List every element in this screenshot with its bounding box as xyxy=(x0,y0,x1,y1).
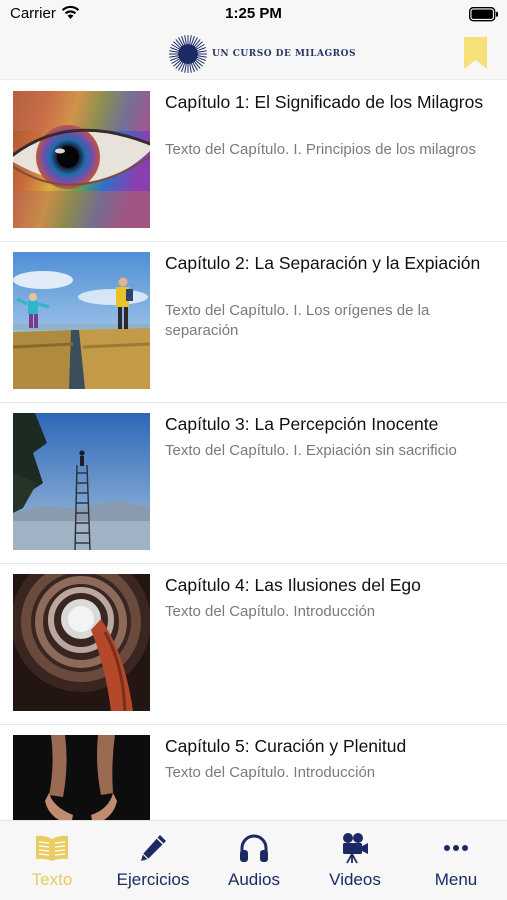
status-bar: Carrier 1:25 PM xyxy=(0,0,507,30)
tab-label: Menu xyxy=(434,870,478,889)
chapter-subtitle: Texto del Capítulo. Introducción xyxy=(165,603,376,620)
tab-label: Texto xyxy=(31,870,73,889)
more-dots-icon xyxy=(444,845,468,851)
chapter-subtitle: Texto del Capítulo. I. Los orígenes de l… xyxy=(165,302,430,339)
open-book-icon xyxy=(36,835,68,861)
chapter-thumbnail-eye xyxy=(13,91,150,228)
chapter-title: Capítulo 1: El Significado de los Milagr… xyxy=(165,92,484,112)
chapter-title: Capítulo 5: Curación y Plenitud xyxy=(165,736,407,756)
chapter-subtitle: Texto del Capítulo. Introducción xyxy=(165,764,376,781)
video-camera-icon xyxy=(343,833,368,864)
tab-bar: Texto Ejercicios Audios Videos Menu xyxy=(0,820,507,900)
header: UN CURSO DE MILAGROS xyxy=(0,30,507,80)
chapter-subtitle: Texto del Capítulo. I. Principios de los… xyxy=(165,141,476,158)
chapter-row-2[interactable]: Capítulo 2: La Separación y la Expiación… xyxy=(0,241,507,403)
tab-label: Ejercicios xyxy=(116,870,190,889)
tab-texto[interactable]: Texto xyxy=(2,821,102,900)
headphones-icon xyxy=(240,834,268,862)
clock: 1:25 PM xyxy=(225,5,282,22)
logo-text: UN CURSO DE MILAGROS xyxy=(212,49,356,59)
tab-label: Videos xyxy=(329,870,381,889)
chapter-row-4[interactable]: Capítulo 4: Las Ilusiones del Ego Texto … xyxy=(0,563,507,725)
tab-videos[interactable]: Videos xyxy=(305,821,405,900)
battery-icon xyxy=(469,7,498,22)
chapter-row-5[interactable]: Capítulo 5: Curación y Plenitud Texto de… xyxy=(0,724,507,820)
tab-audios[interactable]: Audios xyxy=(204,821,304,900)
chapter-title: Capítulo 4: Las Ilusiones del Ego xyxy=(165,575,421,595)
chapter-row-1[interactable]: Capítulo 1: El Significado de los Milagr… xyxy=(0,80,507,242)
pencil-icon xyxy=(141,835,166,861)
chapter-row-3[interactable]: Capítulo 3: La Percepción Inocente Texto… xyxy=(0,402,507,564)
tab-label: Audios xyxy=(228,870,280,889)
tab-ejercicios[interactable]: Ejercicios xyxy=(103,821,203,900)
tab-menu[interactable]: Menu xyxy=(406,821,506,900)
chapter-thumbnail-spiral xyxy=(13,574,150,711)
chapter-thumbnail-ladder xyxy=(13,413,150,550)
chapter-title: Capítulo 3: La Percepción Inocente xyxy=(165,414,439,434)
app-logo: UN CURSO DE MILAGROS xyxy=(168,33,356,75)
chapter-thumbnail-hands xyxy=(13,735,150,820)
sun-logo-icon xyxy=(169,35,207,73)
chapter-title: Capítulo 2: La Separación y la Expiación xyxy=(165,253,481,273)
bookmark-icon[interactable] xyxy=(464,37,487,69)
chapter-thumbnail-children xyxy=(13,252,150,389)
chapter-subtitle: Texto del Capítulo. I. Expiación sin sac… xyxy=(165,442,457,459)
chapter-list: Capítulo 1: El Significado de los Milagr… xyxy=(0,80,507,820)
